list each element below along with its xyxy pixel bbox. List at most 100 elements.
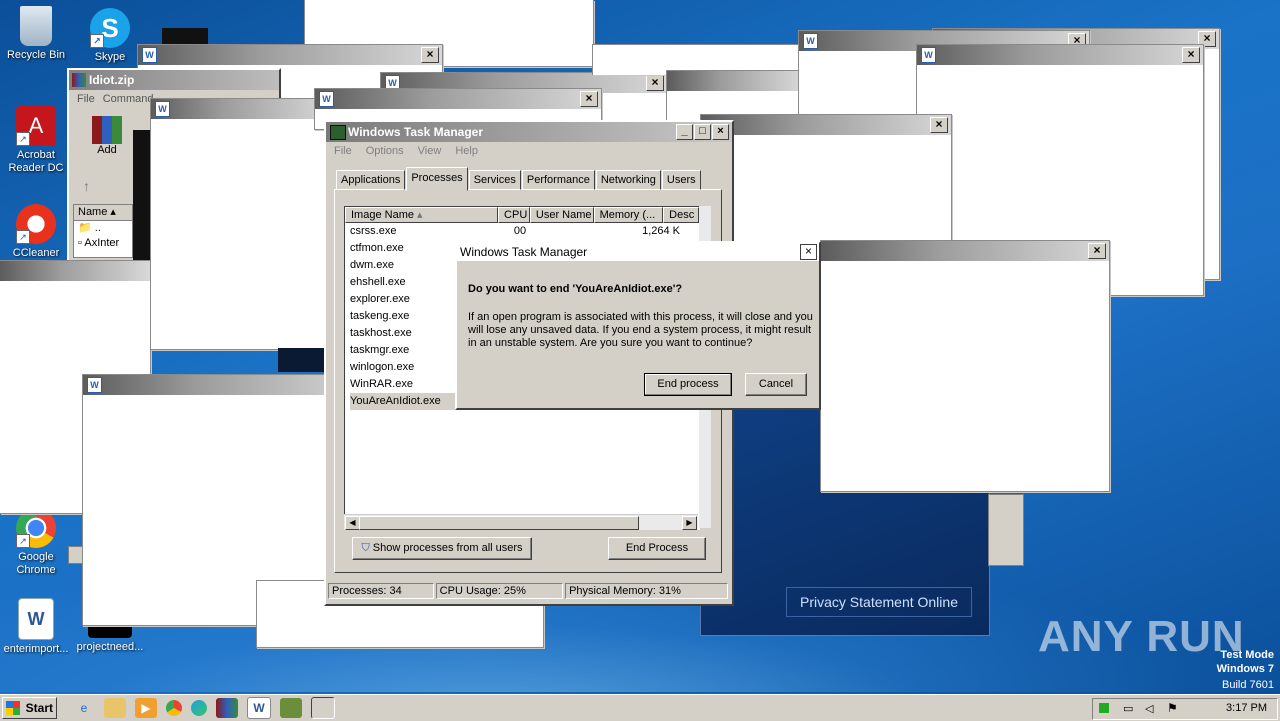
winrar-icon[interactable]	[216, 698, 238, 718]
edge-icon[interactable]	[191, 700, 207, 716]
show-all-processes-button[interactable]: ⛉ Show processes from all users	[352, 537, 532, 560]
test-mode-label: Test Mode	[1220, 649, 1274, 661]
window-app-icon: W	[803, 33, 818, 49]
process-cpu: 00	[513, 225, 527, 237]
network-status-icon[interactable]: ▭	[1123, 702, 1133, 715]
add-label: Add	[97, 144, 117, 156]
column-description[interactable]: Desc	[663, 207, 699, 223]
internet-explorer-icon[interactable]: e	[73, 698, 95, 718]
tab-applications[interactable]: Applications	[336, 170, 406, 190]
action-center-flag-icon[interactable]: ⚑	[1167, 701, 1178, 715]
dialog-message: If an open program is associated with th…	[468, 311, 813, 349]
clock[interactable]: 3:17 PM	[1226, 702, 1267, 714]
tab-services[interactable]: Services	[468, 170, 521, 190]
process-user	[540, 223, 610, 240]
uac-shield-icon: ⛉	[361, 542, 370, 554]
end-process-button[interactable]: End Process	[608, 537, 706, 560]
status-processes: Processes: 34	[328, 583, 434, 599]
menu-help[interactable]: Help	[455, 145, 478, 157]
word-icon[interactable]: W	[247, 697, 271, 719]
winrar-file-list[interactable]: Name ▴ 📁 .. ▫ AxInter	[73, 204, 133, 258]
network-icon[interactable]	[1099, 703, 1109, 713]
menu-commands[interactable]: Command	[103, 93, 154, 105]
chrome-icon[interactable]	[166, 700, 182, 716]
acrobat-icon: A ↗	[16, 106, 56, 146]
desktop-icon-skype[interactable]: S ↗ Skype	[74, 8, 146, 64]
maximize-button[interactable]: □	[694, 124, 711, 140]
close-button[interactable]: ×	[646, 75, 664, 91]
scroll-left-icon[interactable]: ◀	[345, 516, 360, 530]
column-name-header[interactable]: Name ▴	[74, 205, 132, 221]
popup-window[interactable]: W	[150, 98, 332, 350]
column-image-name[interactable]: Image Name ▴	[345, 207, 499, 223]
start-button[interactable]: Start	[2, 697, 57, 719]
media-center-icon[interactable]	[280, 698, 302, 718]
winrar-title-bar[interactable]: Idiot.zip	[69, 70, 279, 90]
tab-users[interactable]: Users	[661, 170, 701, 190]
archive-add-icon	[92, 116, 122, 144]
menu-view[interactable]: View	[418, 145, 442, 157]
close-button[interactable]: ×	[421, 47, 439, 63]
volume-icon[interactable]: ◁	[1145, 702, 1153, 715]
window-app-icon: W	[87, 377, 102, 393]
close-button[interactable]: ×	[712, 124, 729, 140]
close-button[interactable]: ×	[580, 91, 598, 107]
file-explorer-icon[interactable]	[104, 698, 126, 718]
title-bar[interactable]	[138, 45, 442, 65]
dialog-title-bar[interactable]: Windows Task Manager ×	[457, 243, 819, 261]
title-bar[interactable]	[917, 45, 1203, 65]
table-row[interactable]: csrss.exe 00 1,264 K	[345, 223, 699, 240]
column-cpu[interactable]: CPU	[498, 207, 530, 223]
media-player-icon[interactable]: ▶	[135, 698, 157, 718]
popup-window[interactable]: ×	[820, 240, 1110, 492]
list-item[interactable]: ▫ AxInter	[74, 236, 132, 251]
tab-performance[interactable]: Performance	[521, 170, 595, 190]
desktop-icon-enterimport[interactable]: W enterimport...	[0, 598, 72, 656]
privacy-statement-link[interactable]: Privacy Statement Online	[786, 587, 972, 617]
cancel-button[interactable]: Cancel	[745, 373, 807, 396]
title-bar[interactable]	[701, 115, 951, 135]
tab-networking[interactable]: Networking	[595, 170, 661, 190]
task-manager-taskbar-icon[interactable]	[311, 697, 335, 719]
desktop-icon-acrobat[interactable]: A ↗ Acrobat Reader DC	[0, 106, 72, 175]
menu-file[interactable]: File	[77, 93, 95, 105]
desktop-icon-label: Google Chrome	[16, 551, 56, 576]
title-bar[interactable]	[315, 89, 601, 109]
desktop-icon-label: Skype	[94, 51, 126, 63]
minimize-button[interactable]: _	[676, 124, 693, 140]
list-item[interactable]: 📁 ..	[74, 221, 132, 236]
close-button[interactable]: ×	[1182, 47, 1200, 63]
title-bar[interactable]	[151, 99, 331, 119]
desktop-icon-label: projectneed...	[76, 641, 144, 653]
desktop-icon-chrome[interactable]: ↗ Google Chrome	[0, 508, 72, 577]
task-manager-title-bar[interactable]: Windows Task Manager _ □ ×	[326, 122, 732, 142]
status-memory: Physical Memory: 31%	[565, 583, 728, 599]
scroll-thumb[interactable]	[359, 516, 639, 530]
end-process-dialog[interactable]: Windows Task Manager × Do you want to en…	[455, 241, 821, 410]
close-icon[interactable]: ×	[800, 244, 817, 260]
winrar-icon	[72, 73, 86, 87]
close-button[interactable]: ×	[1088, 243, 1106, 259]
title-bar[interactable]	[667, 71, 801, 91]
desktop-icon-ccleaner[interactable]: ↗ CCleaner	[0, 204, 72, 258]
horizontal-scrollbar[interactable]: ◀ ▶	[344, 514, 698, 530]
dark-panel	[278, 348, 324, 372]
title-bar[interactable]	[821, 241, 1109, 261]
add-button[interactable]: Add	[89, 116, 125, 156]
scroll-right-icon[interactable]: ▶	[682, 516, 697, 530]
column-user-name[interactable]: User Name	[529, 207, 594, 223]
column-memory[interactable]: Memory (...	[593, 207, 664, 223]
window-title: Windows Task Manager	[348, 125, 484, 139]
close-button[interactable]: ×	[930, 117, 948, 133]
menu-file[interactable]: File	[334, 145, 352, 157]
tab-processes[interactable]: Processes	[406, 167, 468, 191]
winrar-title: Idiot.zip	[89, 73, 135, 87]
menu-options[interactable]: Options	[366, 145, 404, 157]
title-bar[interactable]	[0, 261, 150, 281]
windows-logo-icon	[6, 701, 20, 715]
window-app-icon: W	[155, 101, 170, 117]
up-arrow-icon[interactable]: ↑	[83, 178, 90, 194]
confirm-end-process-button[interactable]: End process	[644, 373, 732, 396]
dialog-question: Do you want to end 'YouAreAnIdiot.exe'?	[468, 283, 683, 295]
desktop-icon-recycle-bin[interactable]: Recycle Bin	[0, 6, 72, 62]
